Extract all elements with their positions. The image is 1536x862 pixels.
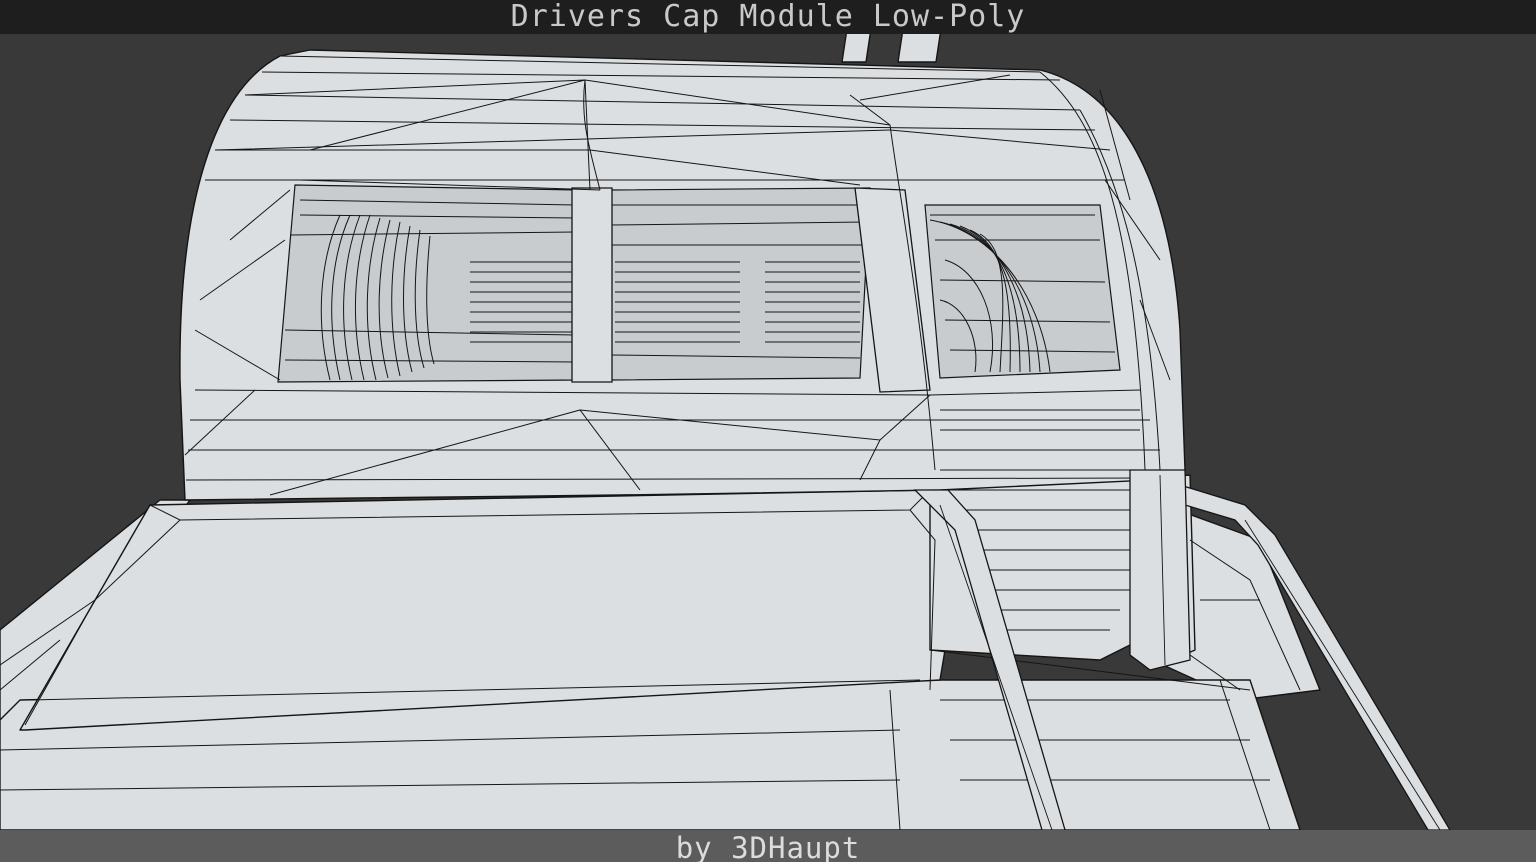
video-title: Drivers Cap Module Low-Poly (510, 0, 1026, 34)
3d-viewport[interactable]: Drivers Cap Module Low-Poly by 3DHaupt (0, 0, 1536, 862)
title-bar: Drivers Cap Module Low-Poly (0, 0, 1536, 34)
credit-bar: by 3DHaupt (0, 830, 1536, 862)
wireframe-model-render[interactable] (0, 0, 1536, 862)
author-credit: by 3DHaupt (675, 831, 861, 862)
